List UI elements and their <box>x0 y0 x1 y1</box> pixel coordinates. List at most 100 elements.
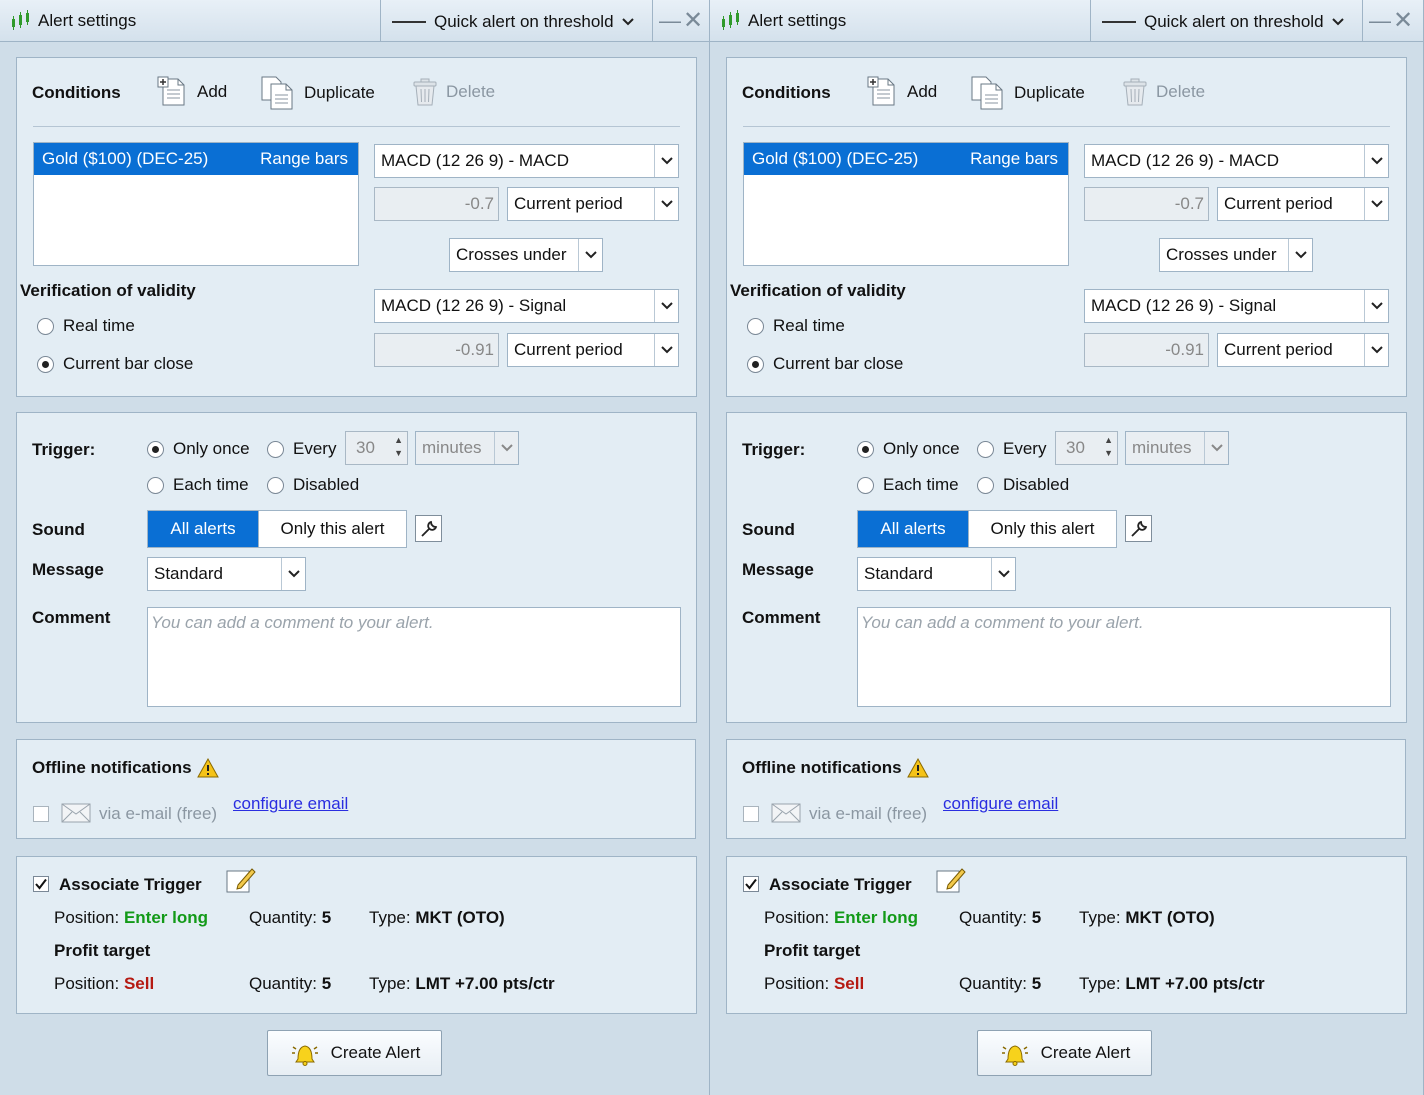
exit-position-value: Sell <box>123 974 155 993</box>
only-once-radio[interactable]: Only once <box>857 439 960 459</box>
add-button[interactable]: Add <box>867 76 937 108</box>
message-value: Standard <box>154 564 223 583</box>
only-once-radio[interactable]: Only once <box>147 439 250 459</box>
operator-select[interactable]: Crosses under <box>1159 238 1313 272</box>
value1-field[interactable]: -0.7 <box>374 187 499 221</box>
close-icon[interactable]: ✕ <box>1393 6 1413 35</box>
disabled-label: Disabled <box>1003 475 1070 494</box>
list-item[interactable]: Gold ($100) (DEC-25) Range bars <box>34 143 358 175</box>
entry-position-value: Enter long <box>123 908 208 927</box>
value2-field[interactable]: -0.91 <box>1084 333 1209 367</box>
add-document-icon <box>867 76 895 106</box>
quick-alert-dropdown[interactable]: Quick alert on threshold <box>392 12 634 32</box>
condition-list[interactable]: Gold ($100) (DEC-25) Range bars <box>743 142 1069 266</box>
quick-alert-dropdown[interactable]: Quick alert on threshold <box>1102 12 1344 32</box>
indicator2-select[interactable]: MACD (12 26 9) - Signal <box>374 289 679 323</box>
chevron-down-icon <box>1364 188 1388 220</box>
delete-label: Delete <box>1156 82 1206 101</box>
associate-trigger-panel: Associate Trigger Position: Enter long Q… <box>726 856 1407 1014</box>
minimize-icon[interactable]: — <box>1369 8 1391 34</box>
add-document-icon <box>157 76 185 106</box>
indicator1-select[interactable]: MACD (12 26 9) - MACD <box>374 144 679 178</box>
create-alert-label: Create Alert <box>1040 1043 1131 1062</box>
message-select[interactable]: Standard <box>147 557 306 591</box>
create-alert-button[interactable]: Create Alert <box>267 1030 442 1076</box>
conditions-header: Conditions <box>742 83 831 102</box>
edit-trigger-button[interactable] <box>226 866 256 899</box>
duplicate-button[interactable]: Duplicate <box>260 76 375 110</box>
current-bar-close-radio[interactable]: Current bar close <box>37 354 193 374</box>
period2-select[interactable]: Current period <box>507 333 679 367</box>
indicator1-select[interactable]: MACD (12 26 9) - MACD <box>1084 144 1389 178</box>
stepper-arrows-icon[interactable]: ▲ ▼ <box>394 434 403 460</box>
message-select[interactable]: Standard <box>857 557 1016 591</box>
associate-trigger-checkbox[interactable] <box>33 876 49 892</box>
each-time-label: Each time <box>173 475 249 494</box>
entry-quantity: Quantity: 5 <box>959 908 1041 928</box>
value1-field[interactable]: -0.7 <box>1084 187 1209 221</box>
every-unit-select[interactable]: minutes <box>415 431 519 465</box>
all-alerts-button[interactable]: All alerts <box>148 511 258 547</box>
alert-settings-window-right: Alert settings Quick alert on threshold … <box>710 0 1424 1095</box>
only-once-label: Only once <box>173 439 250 458</box>
conditions-header: Conditions <box>32 83 121 102</box>
every-stepper[interactable]: 30 ▲ ▼ <box>1055 431 1118 465</box>
real-time-radio[interactable]: Real time <box>747 316 845 336</box>
period1-select[interactable]: Current period <box>1217 187 1389 221</box>
every-stepper[interactable]: 30 ▲ ▼ <box>345 431 408 465</box>
envelope-icon <box>771 803 801 823</box>
comment-input[interactable]: You can add a comment to your alert. <box>147 607 681 707</box>
associate-trigger-checkbox[interactable] <box>743 876 759 892</box>
exit-type-value: LMT +7.00 pts/ctr <box>1125 974 1265 993</box>
only-this-alert-button[interactable]: Only this alert <box>258 511 406 547</box>
title-separator <box>380 0 381 42</box>
entry-quantity-value: 5 <box>1031 908 1042 927</box>
every-radio[interactable]: Every <box>267 439 336 459</box>
comment-input[interactable]: You can add a comment to your alert. <box>857 607 1391 707</box>
only-this-alert-button[interactable]: Only this alert <box>968 511 1116 547</box>
period2-select[interactable]: Current period <box>1217 333 1389 367</box>
via-email-label: via e-mail (free) <box>809 804 928 823</box>
disabled-radio[interactable]: Disabled <box>267 475 359 495</box>
radio-indicator <box>747 355 764 373</box>
all-alerts-button[interactable]: All alerts <box>858 511 968 547</box>
sound-settings-button[interactable] <box>1125 515 1152 542</box>
each-time-radio[interactable]: Each time <box>147 475 249 495</box>
stepper-arrows-icon[interactable]: ▲ ▼ <box>1104 434 1113 460</box>
duplicate-button[interactable]: Duplicate <box>970 76 1085 110</box>
add-button[interactable]: Add <box>157 76 227 108</box>
delete-button[interactable]: Delete <box>412 78 495 106</box>
create-alert-button[interactable]: Create Alert <box>977 1030 1152 1076</box>
real-time-radio[interactable]: Real time <box>37 316 135 336</box>
indicator2-select[interactable]: MACD (12 26 9) - Signal <box>1084 289 1389 323</box>
minimize-icon[interactable]: — <box>659 8 681 34</box>
configure-email-link[interactable]: configure email <box>233 794 348 814</box>
email-checkbox[interactable] <box>743 806 759 822</box>
exit-position-value: Sell <box>833 974 865 993</box>
sound-settings-button[interactable] <box>415 515 442 542</box>
value2-field[interactable]: -0.91 <box>374 333 499 367</box>
close-icon[interactable]: ✕ <box>683 6 703 35</box>
delete-button[interactable]: Delete <box>1122 78 1205 106</box>
period2-value: Current period <box>514 340 623 359</box>
check-icon <box>35 878 47 890</box>
operator-select[interactable]: Crosses under <box>449 238 603 272</box>
condition-list[interactable]: Gold ($100) (DEC-25) Range bars <box>33 142 359 266</box>
every-unit-select[interactable]: minutes <box>1125 431 1229 465</box>
email-checkbox[interactable] <box>33 806 49 822</box>
current-bar-close-radio[interactable]: Current bar close <box>747 354 903 374</box>
each-time-radio[interactable]: Each time <box>857 475 959 495</box>
edit-trigger-button[interactable] <box>936 866 966 899</box>
offline-header-row: Offline notifications <box>32 758 219 778</box>
current-bar-close-label: Current bar close <box>63 354 194 373</box>
list-item[interactable]: Gold ($100) (DEC-25) Range bars <box>744 143 1068 175</box>
chevron-down-icon <box>281 558 305 590</box>
quick-alert-label: Quick alert on threshold <box>1144 12 1324 31</box>
configure-email-link[interactable]: configure email <box>943 794 1058 814</box>
every-radio[interactable]: Every <box>977 439 1046 459</box>
duplicate-label: Duplicate <box>304 83 375 102</box>
operator-value: Crosses under <box>456 245 567 264</box>
disabled-radio[interactable]: Disabled <box>977 475 1069 495</box>
exit-type: Type: LMT +7.00 pts/ctr <box>1079 974 1265 994</box>
period1-select[interactable]: Current period <box>507 187 679 221</box>
